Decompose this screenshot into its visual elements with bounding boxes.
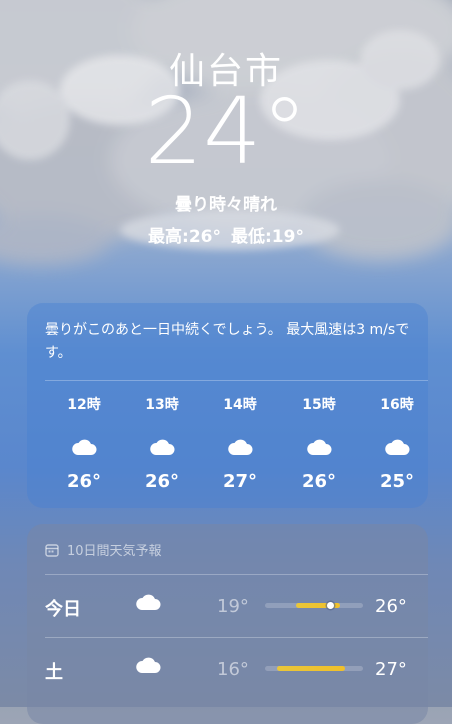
high-temperature: 最高:26°	[148, 227, 221, 247]
hour-label: 12時	[67, 397, 101, 413]
high-temperature: 26°	[375, 596, 407, 617]
ten-day-forecast-card[interactable]: 10日間天気予報 今日 19° 26° 土 16° 27°	[27, 524, 428, 724]
current-temperature: 24°	[144, 78, 308, 185]
hour-temperature: 26°	[66, 471, 102, 492]
hour-label: 13時	[145, 397, 179, 413]
hour-item: 16時 25°	[358, 395, 436, 492]
weather-condition: 曇り時々晴れ	[175, 195, 277, 215]
hour-item: 12時 26°	[45, 395, 123, 492]
high-low-temperatures: 最高:26° 最低:19°	[0, 222, 452, 247]
cloud-icon	[45, 429, 123, 465]
temperature-range-bar	[265, 666, 363, 671]
ten-day-forecast-header: 10日間天気予報	[45, 540, 162, 559]
temperature-range-bar	[265, 602, 363, 609]
cloud-icon	[135, 593, 161, 615]
daily-row[interactable]: 今日 19° 26°	[27, 575, 428, 637]
ten-day-forecast-title: 10日間天気予報	[67, 544, 162, 559]
cloud-icon	[358, 429, 436, 465]
cloud-icon	[280, 429, 358, 465]
cloud-icon	[135, 656, 161, 678]
daily-row[interactable]: 土 16° 27°	[27, 638, 428, 700]
day-label: 土	[45, 662, 63, 683]
calendar-icon	[45, 543, 59, 557]
hour-item: 14時 27°	[201, 395, 279, 492]
forecast-summary: 曇りがこのあと一日中続くでしょう。 最大風速は3 m/sです。	[45, 322, 410, 361]
hour-temperature: 26°	[301, 471, 337, 492]
cloud-icon	[123, 429, 201, 465]
day-label: 今日	[45, 599, 81, 620]
hour-item: 13時 26°	[123, 395, 201, 492]
low-temperature: 19°	[217, 596, 249, 617]
divider	[45, 380, 428, 381]
hour-temperature: 25°	[379, 471, 415, 492]
low-temperature: 最低:19°	[231, 227, 304, 247]
hourly-forecast-list[interactable]: 12時 26° 13時 26° 14時 27° 15時 26° 16時 25°	[27, 395, 428, 495]
hour-item: 15時 26°	[280, 395, 358, 492]
hourly-forecast-card[interactable]: 曇りがこのあと一日中続くでしょう。 最大風速は3 m/sです。 12時 26° …	[27, 303, 428, 508]
hour-temperature: 26°	[144, 471, 180, 492]
cloud-icon	[201, 429, 279, 465]
low-temperature: 16°	[217, 659, 249, 680]
hour-temperature: 27°	[222, 471, 258, 492]
hour-label: 14時	[223, 397, 257, 413]
high-temperature: 27°	[375, 659, 407, 680]
hour-label: 15時	[302, 397, 336, 413]
hour-label: 16時	[380, 397, 414, 413]
temperature-range-fill	[276, 666, 346, 671]
